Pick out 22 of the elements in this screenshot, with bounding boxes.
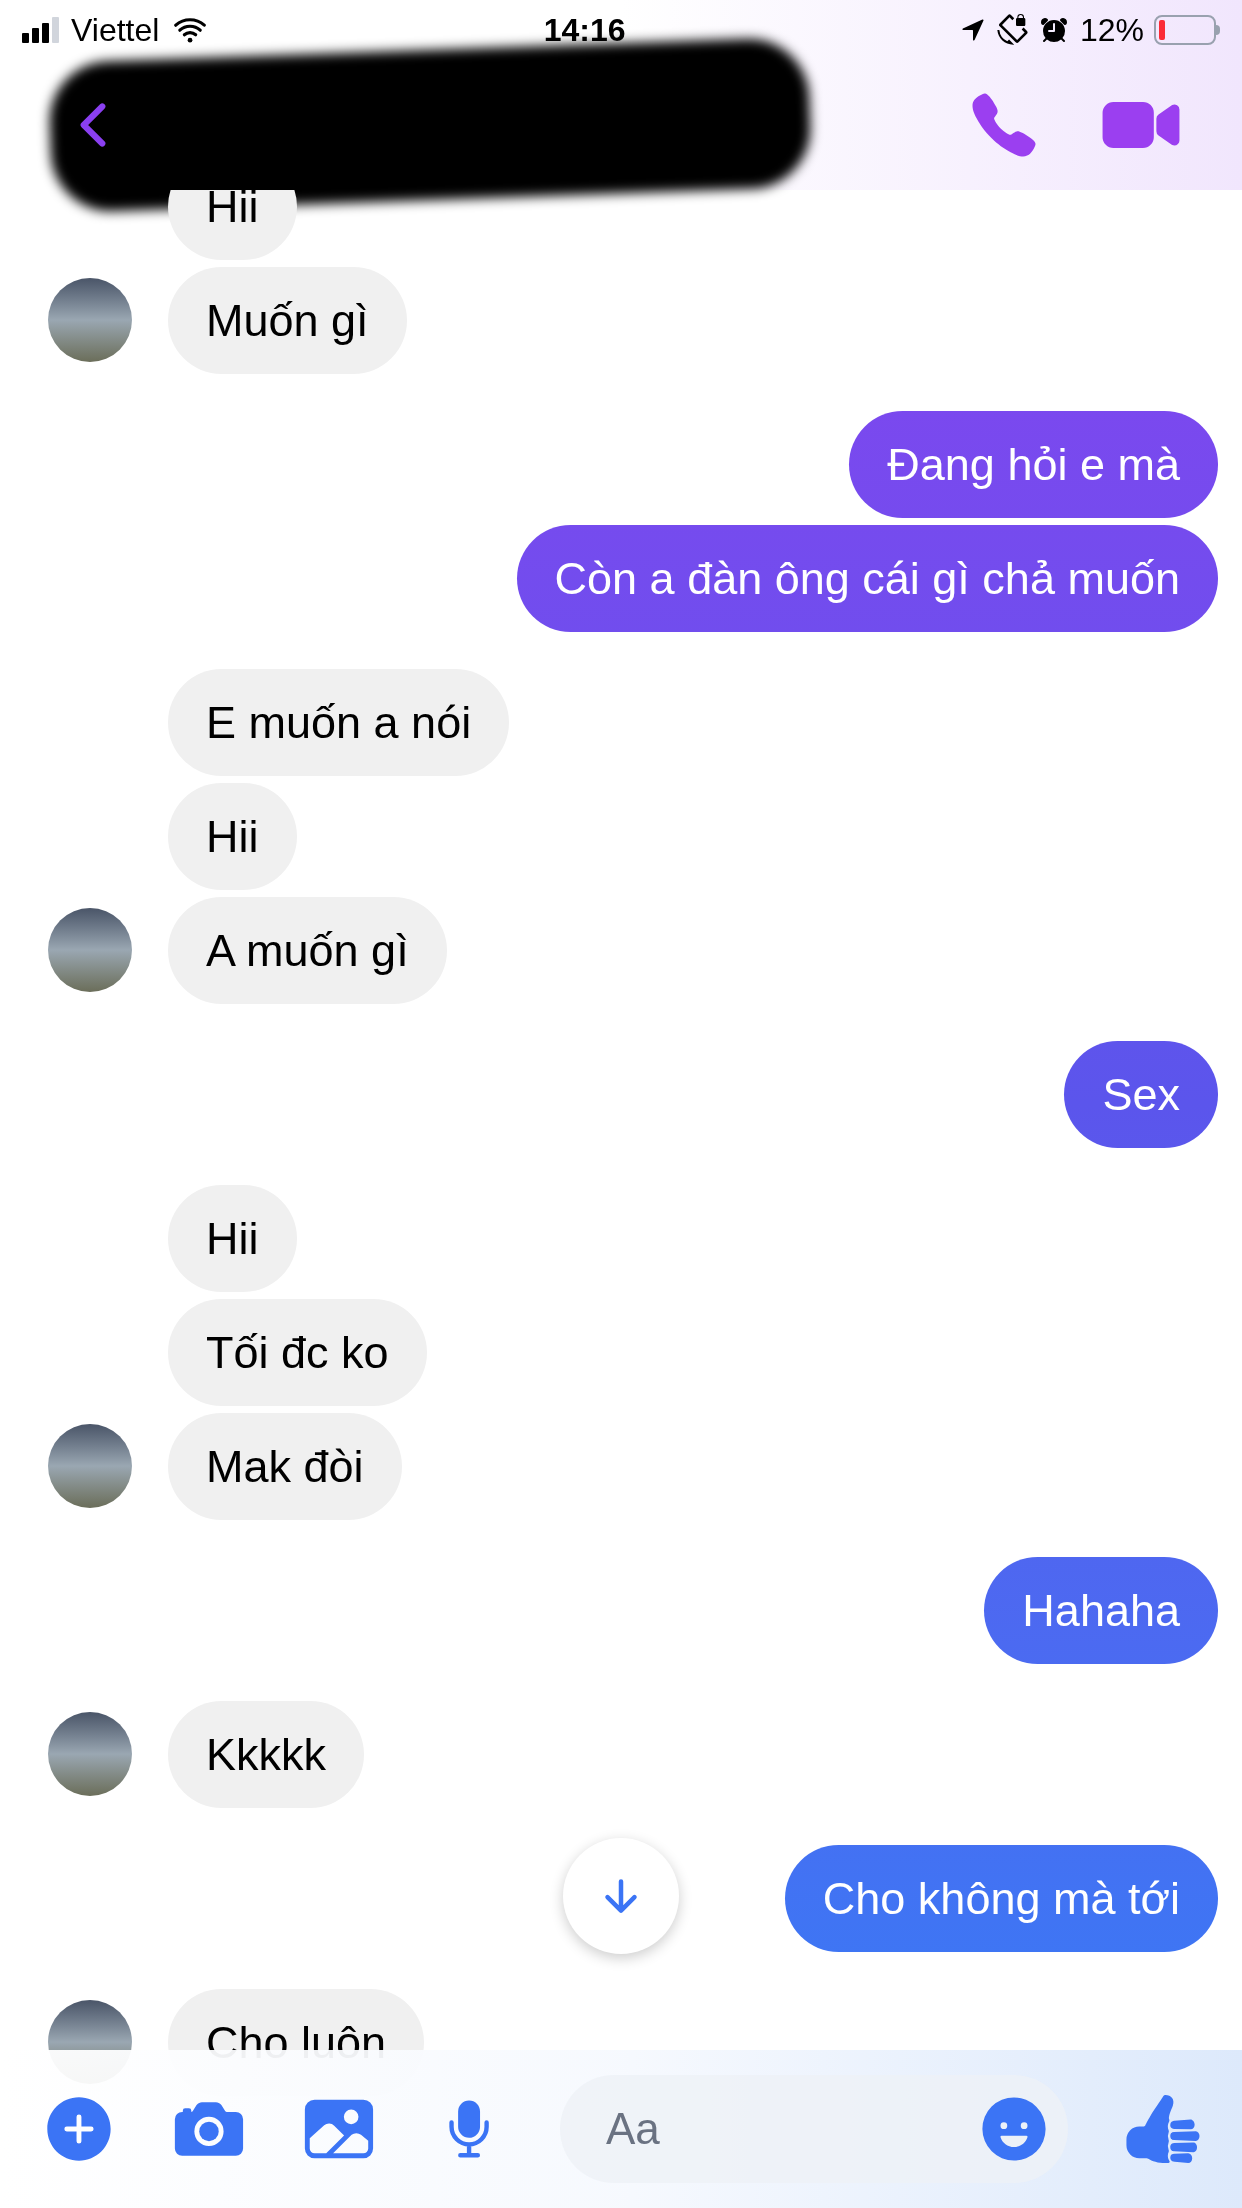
message-bubble: E muốn a nói — [168, 669, 510, 776]
message-bubble: Hii — [168, 1185, 297, 1292]
message-bubble: Kkkkk — [168, 1701, 364, 1808]
message-bubble: Hahaha — [984, 1557, 1218, 1664]
signal-icon — [22, 17, 59, 43]
message-bubble: Muốn gì — [168, 267, 407, 374]
message-bubble: Tối đc ko — [168, 1299, 427, 1406]
battery-percent: 12% — [1079, 11, 1144, 50]
message-bubble: Cho không mà tới — [784, 1845, 1218, 1952]
rotation-lock-icon — [995, 14, 1028, 46]
battery-icon — [1154, 15, 1220, 45]
message-bubble: Mak đòi — [168, 1413, 402, 1520]
message-bubble: A muốn gì — [168, 897, 447, 1004]
clock-time: 14:16 — [543, 11, 626, 50]
message-bubble: Sex — [1064, 1041, 1218, 1148]
message-field[interactable]: Aa — [560, 2075, 1068, 2183]
carrier-name: Viettel — [71, 11, 160, 50]
scroll-down-button[interactable] — [563, 1838, 679, 1954]
message-bubble: Đang hỏi e mà — [849, 411, 1218, 518]
message-bubble: Hii — [168, 783, 297, 890]
message-bubble: Còn a đàn ông cái gì chả muốn — [516, 525, 1218, 632]
message-input[interactable]: Aa — [606, 2096, 978, 2162]
